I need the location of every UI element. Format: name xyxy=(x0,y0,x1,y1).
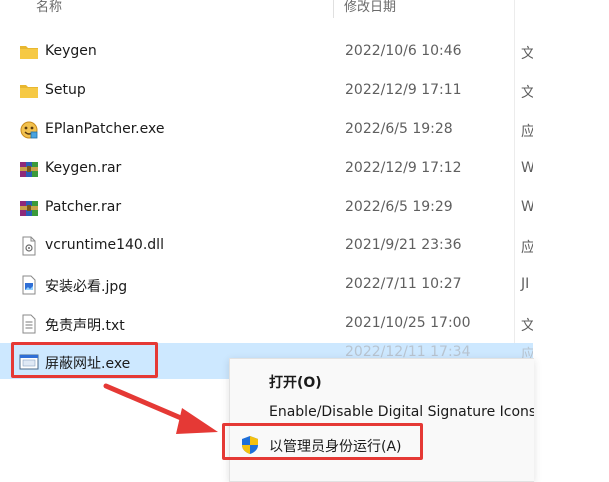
annotation-arrow-icon xyxy=(103,383,218,434)
folder-icon xyxy=(20,85,38,98)
file-date: 2022/12/9 17:11 xyxy=(345,82,462,98)
file-name: Setup xyxy=(45,82,86,98)
image-file-icon xyxy=(22,275,36,295)
text-file-icon xyxy=(22,314,36,334)
file-name: vcruntime140.dll xyxy=(45,237,164,253)
file-row-keygen-rar[interactable]: Keygen.rar 2022/12/9 17:12 W xyxy=(0,150,533,186)
file-date: 2021/9/21 23:36 xyxy=(345,237,462,253)
file-date: 2022/7/11 10:27 xyxy=(345,276,462,292)
file-row-install-guide-jpg[interactable]: 安装必看.jpg 2022/7/11 10:27 JI xyxy=(0,266,533,302)
file-row-eplanpatcher-exe[interactable]: EPlanPatcher.exe 2022/6/5 19:28 应 xyxy=(0,111,533,147)
column-header-date[interactable]: 修改日期 xyxy=(344,0,396,15)
menu-item-open[interactable]: 打开(O) xyxy=(230,365,534,397)
file-name: Keygen xyxy=(45,43,97,59)
column-header: 名称 修改日期 xyxy=(0,0,533,18)
context-menu: 打开(O) Enable/Disable Digital Signature I… xyxy=(229,358,534,482)
file-row-keygen-folder[interactable]: Keygen 2022/10/6 10:46 文 xyxy=(0,33,533,69)
file-date: 2022/6/5 19:29 xyxy=(345,199,453,215)
file-name: Keygen.rar xyxy=(45,160,122,176)
folder-icon xyxy=(20,46,38,59)
file-type: 文 xyxy=(521,318,533,334)
patcher-app-icon xyxy=(20,121,38,139)
file-row-patcher-rar[interactable]: Patcher.rar 2022/6/5 19:29 W xyxy=(0,189,533,225)
file-type: 文 xyxy=(521,85,533,101)
file-date: 2022/6/5 19:28 xyxy=(345,121,453,137)
menu-item-label: Enable/Disable Digital Signature Icons xyxy=(269,404,534,420)
menu-item-label: 打开(O) xyxy=(269,375,322,391)
winrar-archive-icon xyxy=(20,162,38,177)
file-name: Patcher.rar xyxy=(45,199,122,215)
file-name: 安装必看.jpg xyxy=(45,279,128,295)
dll-file-icon xyxy=(22,236,36,256)
file-type: 应 xyxy=(521,124,533,140)
file-date: 2022/12/9 17:12 xyxy=(345,160,462,176)
file-row-vcruntime-dll[interactable]: vcruntime140.dll 2021/9/21 23:36 应 xyxy=(0,227,533,263)
file-name: 免责声明.txt xyxy=(45,318,125,334)
file-type: JI xyxy=(521,276,530,292)
file-row-disclaimer-txt[interactable]: 免责声明.txt 2021/10/25 17:00 文 xyxy=(0,305,533,341)
file-date: 2022/10/6 10:46 xyxy=(345,43,462,59)
column-header-name[interactable]: 名称 xyxy=(36,0,62,15)
winrar-archive-icon xyxy=(20,201,38,216)
highlight-box-run-as-admin xyxy=(222,423,423,460)
file-type: 应 xyxy=(521,240,533,256)
column-separator[interactable] xyxy=(333,0,334,18)
file-name: EPlanPatcher.exe xyxy=(45,121,165,137)
highlight-box-selected-file xyxy=(11,342,158,378)
file-row-setup-folder[interactable]: Setup 2022/12/9 17:11 文 xyxy=(0,72,533,108)
file-type: 文 xyxy=(521,46,533,62)
file-date: 2021/10/25 17:00 xyxy=(345,315,471,331)
file-type: W xyxy=(521,199,533,215)
file-type: W xyxy=(521,160,533,176)
